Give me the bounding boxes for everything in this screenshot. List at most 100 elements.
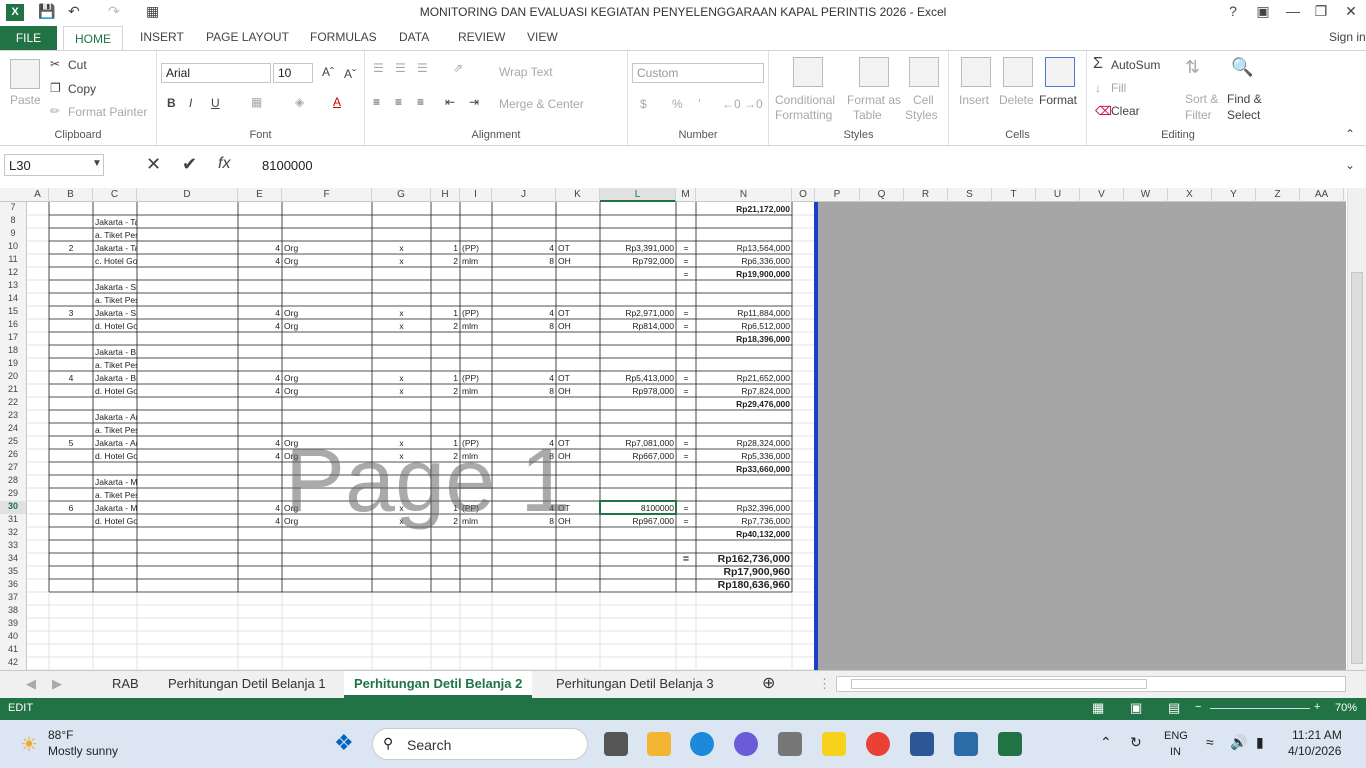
sheet-tab-detil-2[interactable]: Perhitungan Detil Belanja 2 — [344, 671, 533, 698]
column-header-p[interactable]: P — [815, 188, 860, 202]
cell-i26[interactable]: mlm — [460, 450, 492, 463]
paste-button[interactable]: Paste — [10, 93, 41, 107]
row-header-28[interactable]: 28 — [0, 475, 26, 488]
autosum-icon[interactable]: Σ — [1093, 55, 1103, 73]
cell-n25[interactable]: Rp28,324,000 — [696, 437, 792, 450]
column-header-f[interactable]: F — [282, 188, 372, 202]
zoom-out-icon[interactable]: − — [1195, 701, 1201, 713]
cell-i16[interactable]: mlm — [460, 320, 492, 333]
cell-c30[interactable]: Jakarta - Merauke — [93, 502, 137, 515]
cell-e31[interactable]: 4 — [238, 515, 282, 528]
binoculars-icon[interactable]: 🔍 — [1231, 57, 1253, 78]
find-select-button[interactable]: Find & — [1227, 92, 1262, 106]
cell-m15[interactable]: = — [676, 307, 696, 320]
decrease-font-icon[interactable]: Aˇ — [344, 67, 356, 81]
eraser-icon[interactable]: ⌫ — [1095, 104, 1112, 118]
cell-n36[interactable]: Rp180,636,960 — [696, 579, 792, 592]
row-header-16[interactable]: 16 — [0, 319, 26, 332]
cell-j26[interactable]: 8 — [492, 450, 556, 463]
borders-icon[interactable]: ▦ — [251, 95, 262, 109]
row-header-12[interactable]: 12 — [0, 267, 26, 280]
column-header-z[interactable]: Z — [1256, 188, 1300, 202]
sheet-tab-detil-1[interactable]: Perhitungan Detil Belanja 1 — [168, 676, 326, 691]
merge-center-button[interactable]: Merge & Center — [499, 97, 584, 111]
row-header-31[interactable]: 31 — [0, 514, 26, 527]
volume-icon[interactable]: 🔊 — [1230, 734, 1247, 751]
delete-cells-icon[interactable] — [1003, 57, 1033, 87]
cell-k26[interactable]: OH — [556, 450, 600, 463]
column-header-x[interactable]: X — [1168, 188, 1212, 202]
copy-button[interactable]: Copy — [68, 82, 96, 96]
cell-i20[interactable]: (PP) — [460, 372, 492, 385]
cell-m10[interactable]: = — [676, 242, 696, 255]
cell-h11[interactable]: 2 — [431, 255, 460, 268]
column-header-i[interactable]: I — [460, 188, 492, 202]
align-top-icon[interactable]: ☰ — [373, 61, 384, 75]
zoom-level[interactable]: 70% — [1335, 702, 1357, 714]
increase-font-icon[interactable]: Aˆ — [322, 65, 334, 79]
word-icon[interactable] — [910, 732, 934, 756]
cell-j31[interactable]: 8 — [492, 515, 556, 528]
cell-n12[interactable]: Rp19,900,000 — [696, 268, 792, 281]
row-header-7[interactable]: 7 — [0, 202, 26, 215]
delete-cells-button[interactable]: Delete — [999, 93, 1034, 107]
column-header-v[interactable]: V — [1080, 188, 1124, 202]
column-header-c[interactable]: C — [93, 188, 137, 202]
column-header-s[interactable]: S — [948, 188, 992, 202]
cell-e20[interactable]: 4 — [238, 372, 282, 385]
cell-f25[interactable]: Org — [282, 437, 372, 450]
cell-b20[interactable]: 4 — [49, 372, 93, 385]
column-header-g[interactable]: G — [372, 188, 431, 202]
cell-k15[interactable]: OT — [556, 307, 600, 320]
cell-l20[interactable]: Rp5,413,000 — [600, 372, 676, 385]
column-header-h[interactable]: H — [431, 188, 460, 202]
vertical-scrollbar[interactable] — [1347, 188, 1366, 670]
cell-g20[interactable]: x — [372, 372, 431, 385]
column-header-l[interactable]: L — [600, 188, 676, 202]
row-header-23[interactable]: 23 — [0, 410, 26, 423]
cell-k31[interactable]: OH — [556, 515, 600, 528]
cell-m16[interactable]: = — [676, 320, 696, 333]
cell-c31[interactable]: d. Hotel Gol.III — [93, 515, 137, 528]
cell-c10[interactable]: Jakarta - Tanjung Pinang — [93, 242, 137, 255]
font-size-combo[interactable]: 10 — [273, 63, 313, 83]
align-center-icon[interactable]: ≡ — [395, 95, 402, 109]
cell-m11[interactable]: = — [676, 255, 696, 268]
cell-n31[interactable]: Rp7,736,000 — [696, 515, 792, 528]
sort-filter-icon[interactable]: ⇅ — [1185, 57, 1200, 78]
column-header-aa[interactable]: AA — [1300, 188, 1344, 202]
cell-l11[interactable]: Rp792,000 — [600, 255, 676, 268]
row-header-21[interactable]: 21 — [0, 384, 26, 397]
windows-start-icon[interactable]: ❖ — [334, 730, 354, 756]
row-header-18[interactable]: 18 — [0, 345, 26, 358]
align-middle-icon[interactable]: ☰ — [395, 61, 406, 75]
cell-c23[interactable]: Jakarta - Ambon — [93, 411, 137, 424]
insert-function-button[interactable]: fx — [218, 155, 230, 173]
sheet-tab-detil-3[interactable]: Perhitungan Detil Belanja 3 — [556, 676, 714, 691]
sign-in-link[interactable]: Sign in — [1329, 30, 1366, 44]
row-header-15[interactable]: 15 — [0, 306, 26, 319]
cell-c14[interactable]: a. Tiket Pesawat — [93, 294, 137, 307]
cell-c29[interactable]: a. Tiket Pesawat — [93, 489, 137, 502]
sync-icon[interactable]: ↻ — [1130, 734, 1142, 751]
column-header-r[interactable]: R — [904, 188, 948, 202]
row-header-39[interactable]: 39 — [0, 618, 26, 631]
cell-n15[interactable]: Rp11,884,000 — [696, 307, 792, 320]
cell-f30[interactable]: Org — [282, 502, 372, 515]
underline-button[interactable]: U — [211, 96, 220, 110]
cell-e15[interactable]: 4 — [238, 307, 282, 320]
next-sheet-icon[interactable]: ▶ — [52, 676, 62, 692]
cell-styles-button[interactable]: Cell — [913, 93, 934, 107]
row-header-32[interactable]: 32 — [0, 527, 26, 540]
cell-c15[interactable]: Jakarta - Surabaya — [93, 307, 137, 320]
expand-formula-icon[interactable]: ⌄ — [1345, 158, 1355, 172]
cell-k11[interactable]: OH — [556, 255, 600, 268]
cancel-icon[interactable]: ✕ — [146, 154, 161, 175]
file-explorer-icon[interactable] — [647, 732, 671, 756]
cell-f15[interactable]: Org — [282, 307, 372, 320]
cell-h25[interactable]: 1 — [431, 437, 460, 450]
fill-color-icon[interactable]: ◈ — [295, 95, 304, 109]
cell-c28[interactable]: Jakarta - Merauke — [93, 476, 137, 489]
cell-h26[interactable]: 2 — [431, 450, 460, 463]
format-cells-button[interactable]: Format — [1039, 93, 1077, 107]
